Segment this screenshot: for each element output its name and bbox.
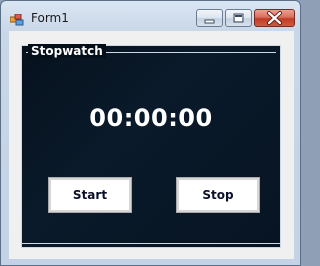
window-title: Form1: [31, 11, 69, 25]
form-client-area: Stopwatch 00:00:00 Start Stop: [9, 31, 294, 259]
stop-button[interactable]: Stop: [176, 177, 260, 213]
maximize-button[interactable]: [225, 9, 252, 27]
minimize-icon: [204, 19, 215, 24]
form-window: Form1 Stopwatch 00:00:00 Start Stop: [0, 0, 301, 266]
start-button[interactable]: Start: [48, 177, 132, 213]
maximize-icon: [233, 13, 244, 23]
groupbox-label: Stopwatch: [28, 44, 106, 58]
minimize-button[interactable]: [196, 9, 223, 27]
stopwatch-groupbox: Stopwatch 00:00:00 Start Stop: [21, 44, 281, 248]
groupbox-bottom-border: [22, 243, 280, 244]
title-bar[interactable]: Form1: [1, 1, 300, 31]
close-button[interactable]: [254, 9, 295, 27]
close-icon: [267, 11, 282, 25]
app-icon: [9, 11, 24, 26]
time-display: 00:00:00: [89, 104, 213, 132]
